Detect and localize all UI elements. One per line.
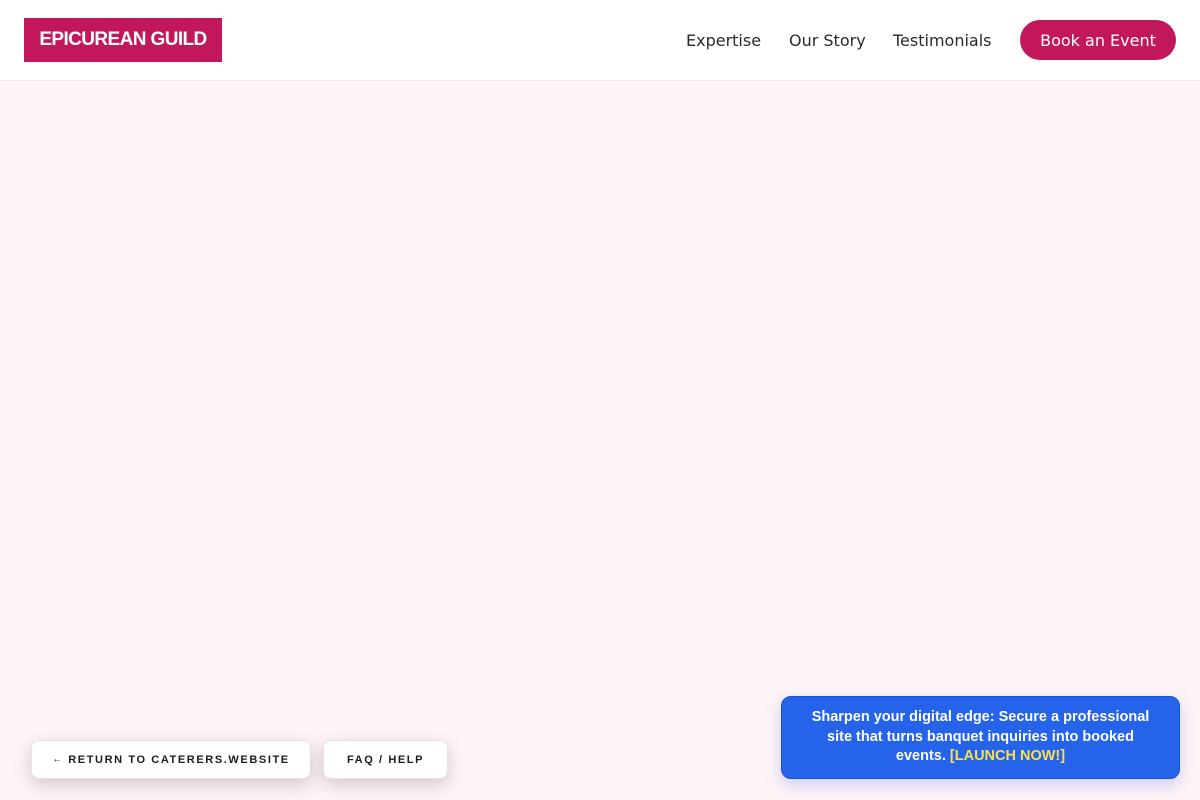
- book-event-button[interactable]: Book an Event: [1020, 20, 1176, 60]
- return-label: RETURN TO CATERERS.WEBSITE: [68, 753, 290, 766]
- return-to-caterers-button[interactable]: ← RETURN TO CATERERS.WEBSITE: [31, 740, 311, 779]
- faq-label: FAQ / HELP: [346, 753, 425, 766]
- nav-link-expertise[interactable]: Expertise: [686, 20, 761, 60]
- brand-logo[interactable]: EPICUREAN GUILD: [24, 18, 222, 62]
- launch-now-link[interactable]: [LAUNCH NOW!]: [950, 748, 1065, 764]
- promo-text: Sharpen your digital edge: Secure a prof…: [810, 708, 1151, 767]
- arrow-left-icon: ←: [52, 754, 63, 765]
- promo-banner[interactable]: Sharpen your digital edge: Secure a prof…: [781, 696, 1180, 779]
- main-content: [0, 81, 1200, 800]
- nav-link-our-story[interactable]: Our Story: [789, 20, 866, 60]
- faq-help-button[interactable]: FAQ / HELP: [323, 740, 448, 779]
- nav-link-testimonials[interactable]: Testimonials: [893, 20, 992, 60]
- site-header: EPICUREAN GUILD Expertise Our Story Test…: [0, 0, 1200, 81]
